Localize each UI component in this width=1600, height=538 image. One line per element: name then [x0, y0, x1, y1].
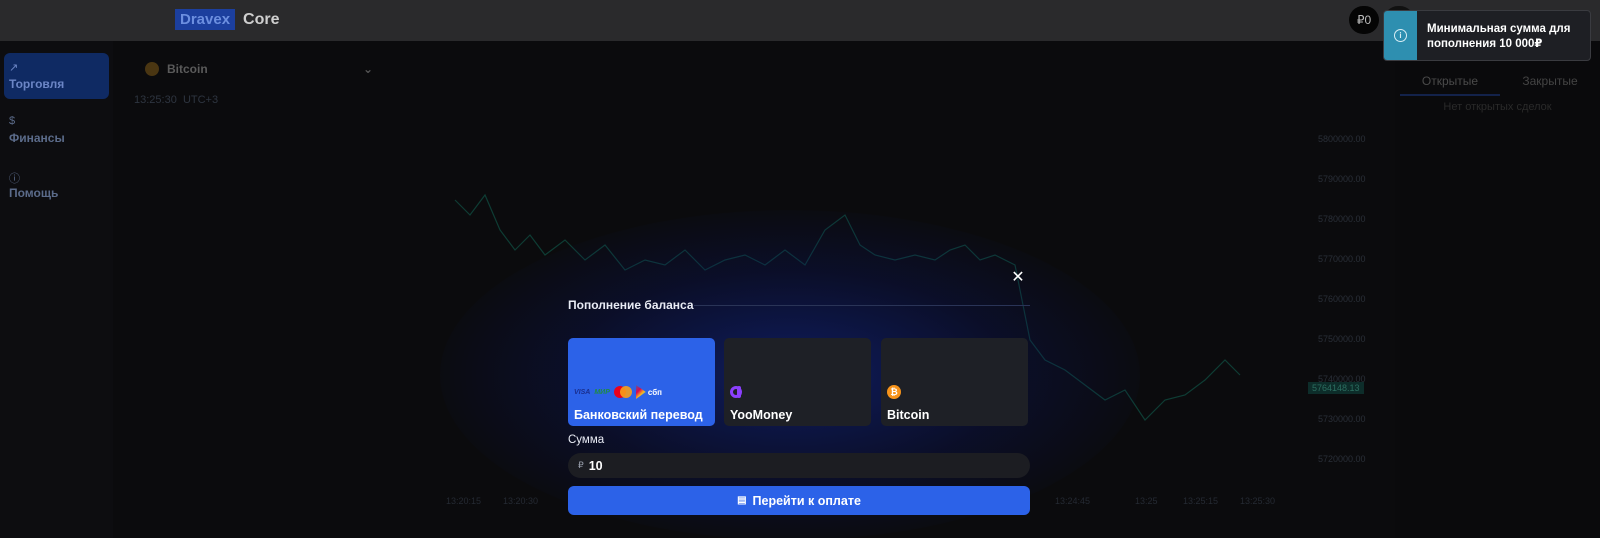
title-divider [694, 305, 1030, 306]
sbp-icon: сбп [635, 385, 662, 399]
bitcoin-icon [145, 62, 159, 76]
close-icon[interactable]: ✕ [1010, 270, 1026, 286]
go-to-payment-button[interactable]: ▤ Перейти к оплате [568, 486, 1030, 515]
x-tick: 13:20:30 [503, 496, 539, 506]
sidebar-item-trading[interactable]: ↗ Торговля [4, 53, 109, 99]
trades-panel: Открытые Закрытые Нет открытых сделок [1395, 41, 1600, 538]
y-tick: 5730000.00 [1318, 414, 1366, 424]
amount-label: Сумма [568, 434, 605, 446]
logo-name: Core [243, 10, 280, 28]
chevron-down-icon: ⌄ [362, 62, 373, 76]
x-tick: 13:24:45 [1055, 496, 1091, 506]
method-label: YooMoney [730, 408, 793, 422]
sidebar-item-label: Торговля [9, 77, 65, 91]
chart-line-icon: ↗ [9, 62, 19, 74]
clock-time: 13:25:30 [134, 94, 177, 106]
sidebar: ↗ Торговля $ Финансы ⓘ Помощь [0, 41, 113, 538]
logo[interactable]: Dravex Core [175, 9, 280, 30]
y-tick: 5780000.00 [1318, 214, 1366, 224]
balance-chip[interactable]: ₽0 [1349, 6, 1379, 34]
tab-closed[interactable]: Закрытые [1500, 74, 1600, 96]
sidebar-item-label: Финансы [9, 131, 65, 145]
y-tick: 5770000.00 [1318, 254, 1366, 264]
sidebar-item-finance[interactable]: $ Финансы [4, 107, 109, 153]
info-icon: i [1394, 29, 1407, 42]
method-label: Банковский перевод [574, 408, 703, 422]
toast-notification[interactable]: i Минимальная сумма для пополнения 10 00… [1383, 10, 1591, 61]
y-tick: 5720000.00 [1318, 454, 1366, 464]
toast-message: Минимальная сумма для пополнения 10 000₽ [1427, 23, 1571, 50]
trades-tabs: Открытые Закрытые [1400, 74, 1600, 96]
tab-open[interactable]: Открытые [1400, 74, 1500, 96]
mir-icon: МИР [594, 388, 610, 396]
top-bar: Dravex Core ₽0 [0, 0, 1600, 41]
currency-symbol: ₽ [578, 460, 584, 470]
sidebar-item-label: Помощь [9, 186, 59, 200]
current-price-tag: 5764148.13 [1308, 382, 1364, 394]
x-tick: 13:25:30 [1240, 496, 1276, 506]
asset-select[interactable]: Bitcoin ⌄ [137, 54, 387, 84]
y-tick: 5760000.00 [1318, 294, 1366, 304]
amount-field[interactable]: ₽ [568, 453, 1030, 478]
method-label: Bitcoin [887, 408, 930, 422]
chart-clock: 13:25:30 UTC+3 [134, 94, 218, 106]
x-tick: 13:25:15 [1183, 496, 1219, 506]
y-tick: 5790000.00 [1318, 174, 1366, 184]
bitcoin-logo: ₿ [887, 385, 901, 399]
y-tick: 5800000.00 [1318, 134, 1366, 144]
bitcoin-icon: ₿ [887, 385, 901, 399]
sidebar-item-help[interactable]: ⓘ Помощь [4, 162, 109, 208]
go-to-payment-label: Перейти к оплате [752, 493, 861, 508]
yoomoney-icon [730, 386, 746, 398]
y-tick: 5750000.00 [1318, 334, 1366, 344]
mastercard-icon [613, 386, 632, 398]
method-yoomoney[interactable]: YooMoney [724, 338, 871, 426]
bank-logos: VISA МИР сбп [574, 385, 662, 399]
asset-name: Bitcoin [167, 62, 208, 76]
method-bank-transfer[interactable]: VISA МИР сбп Банковский перевод [568, 338, 715, 426]
wallet-icon: ▤ [737, 495, 747, 506]
modal-title: Пополнение баланса [568, 298, 694, 312]
x-tick: 13:25 [1135, 496, 1158, 506]
empty-trades-text: Нет открытых сделок [1443, 101, 1552, 113]
logo-mark: Dravex [175, 9, 236, 30]
yoomoney-logo [730, 385, 746, 399]
method-bitcoin[interactable]: ₿ Bitcoin [881, 338, 1028, 426]
info-icon: ⓘ [9, 173, 20, 185]
clock-timezone: UTC+3 [182, 94, 219, 106]
x-tick: 13:20:15 [446, 496, 482, 506]
amount-input[interactable] [588, 458, 1009, 473]
visa-icon: VISA [574, 388, 591, 396]
dollar-icon: $ [9, 115, 16, 127]
